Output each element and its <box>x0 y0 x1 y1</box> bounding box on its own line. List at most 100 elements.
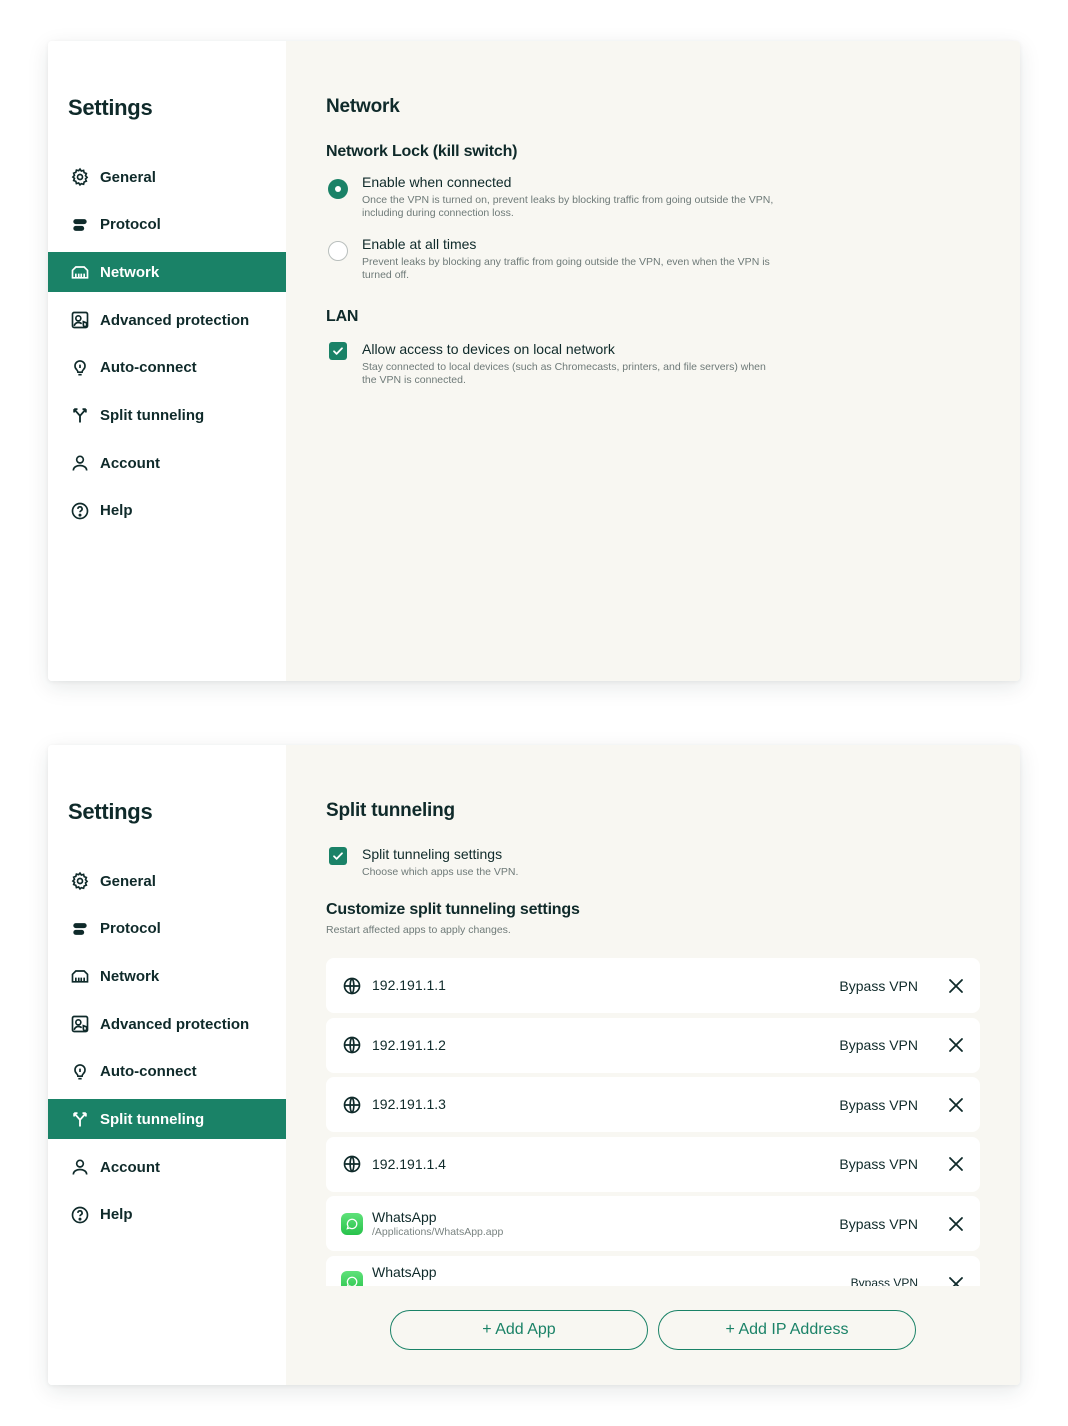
sidebar-item-auto-connect[interactable]: Auto-connect <box>48 1052 286 1092</box>
sidebar-nav: General Protocol Network Advanced protec… <box>48 861 286 1235</box>
option-title: Allow access to devices on local network <box>362 341 615 357</box>
radio-enable-when-connected[interactable] <box>328 179 348 199</box>
user-icon <box>68 1155 92 1179</box>
close-icon[interactable] <box>946 1274 966 1286</box>
settings-window-split-tunneling: Settings General Protocol Network Advanc… <box>48 745 1020 1385</box>
list-item: 192.191.1.4 Bypass VPN <box>326 1136 980 1192</box>
bulb-icon <box>68 356 92 380</box>
globe-icon <box>340 1152 364 1176</box>
sidebar-item-label: Network <box>100 967 160 985</box>
option-description: Stay connected to local devices (such as… <box>362 361 766 386</box>
check-icon <box>333 347 343 355</box>
sidebar: Settings General Protocol Network Advanc… <box>48 41 286 681</box>
sidebar-item-label: General <box>100 168 156 186</box>
split-tunnel-list[interactable]: 192.191.1.1 Bypass VPN 192.191.1.2 Bypas… <box>326 958 980 1286</box>
gear-icon <box>68 869 92 893</box>
network-icon <box>68 964 92 988</box>
sidebar-item-help[interactable]: Help <box>48 491 286 531</box>
sidebar-item-auto-connect[interactable]: Auto-connect <box>48 348 286 388</box>
globe-icon <box>340 974 364 998</box>
bypass-mode[interactable]: Bypass VPN <box>839 1216 918 1232</box>
bypass-mode[interactable]: Bypass VPN <box>851 1276 918 1287</box>
list-item: WhatsApp /Applications/WhatsApp.app Bypa… <box>326 1196 980 1251</box>
shield-person-icon <box>68 308 92 332</box>
list-item: 192.191.1.1 Bypass VPN <box>326 958 980 1013</box>
list-item: WhatsApp Bypass VPN <box>326 1255 980 1287</box>
radio-enable-at-all-times[interactable] <box>328 241 348 261</box>
item-name: 192.191.1.3 <box>372 1096 446 1112</box>
bypass-mode[interactable]: Bypass VPN <box>839 1097 918 1113</box>
lan-heading: LAN <box>326 308 359 325</box>
add-buttons: + Add App + Add IP Address <box>390 1310 916 1350</box>
close-icon[interactable] <box>946 1035 966 1055</box>
sidebar-item-network[interactable]: Network <box>48 956 286 996</box>
option-enable-at-all-times[interactable]: Enable at all times Prevent leaks by blo… <box>326 235 980 282</box>
sidebar-item-help[interactable]: Help <box>48 1195 286 1235</box>
sidebar-item-protocol[interactable]: Protocol <box>48 205 286 245</box>
item-name: 192.191.1.4 <box>372 1155 446 1172</box>
globe-icon <box>340 1093 364 1117</box>
checkbox-allow-lan[interactable] <box>329 342 347 360</box>
option-title: Enable at all times <box>362 236 477 252</box>
sidebar-item-label: Network <box>100 263 160 281</box>
network-icon <box>68 260 92 284</box>
help-icon <box>68 1203 92 1227</box>
close-icon[interactable] <box>946 976 966 996</box>
sidebar-item-label: Help <box>100 502 133 520</box>
sidebar-item-advanced-protection[interactable]: Advanced protection <box>48 1004 286 1044</box>
bypass-mode[interactable]: Bypass VPN <box>839 1156 918 1172</box>
sidebar-item-advanced-protection[interactable]: Advanced protection <box>48 300 286 340</box>
protocol-icon <box>68 213 92 237</box>
sidebar-title: Settings <box>68 95 153 120</box>
whatsapp-icon <box>340 1270 364 1286</box>
item-name: 192.191.1.2 <box>372 1036 446 1053</box>
sidebar-item-label: Help <box>100 1206 133 1224</box>
option-title: Split tunneling settings <box>362 846 503 862</box>
sidebar-item-account[interactable]: Account <box>48 443 286 483</box>
gear-icon <box>68 165 92 189</box>
sidebar-item-label: Split tunneling <box>100 1110 205 1128</box>
item-path: /Applications/WhatsApp.app <box>372 1225 504 1238</box>
close-icon[interactable] <box>946 1095 966 1115</box>
list-item: 192.191.1.2 Bypass VPN <box>326 1017 980 1073</box>
bypass-mode[interactable]: Bypass VPN <box>839 978 918 994</box>
page-title: Network <box>326 96 400 117</box>
sidebar-nav: General Protocol Network Advanced protec… <box>48 157 286 531</box>
sidebar-item-general[interactable]: General <box>48 157 286 197</box>
option-split-tunneling-settings[interactable]: Split tunneling settings Choose which ap… <box>326 845 980 879</box>
option-allow-lan[interactable]: Allow access to devices on local network… <box>326 340 980 387</box>
option-enable-when-connected[interactable]: Enable when connected Once the VPN is tu… <box>326 173 980 220</box>
add-ip-address-button[interactable]: + Add IP Address <box>658 1310 916 1350</box>
customize-heading: Customize split tunneling settings <box>326 901 580 918</box>
sidebar-item-general[interactable]: General <box>48 861 286 901</box>
network-content: Network Network Lock (kill switch) Enabl… <box>286 41 1020 681</box>
sidebar-item-account[interactable]: Account <box>48 1147 286 1187</box>
sidebar-item-label: Advanced protection <box>100 1015 250 1033</box>
protocol-icon <box>68 917 92 941</box>
whatsapp-icon <box>340 1212 364 1236</box>
add-app-button[interactable]: + Add App <box>390 1310 648 1350</box>
split-icon <box>68 403 92 427</box>
sidebar-item-split-tunneling[interactable]: Split tunneling <box>48 1099 286 1140</box>
sidebar: Settings General Protocol Network Advanc… <box>48 745 286 1385</box>
sidebar-item-network[interactable]: Network <box>48 252 286 293</box>
sidebar-item-label: Split tunneling <box>100 406 205 424</box>
close-icon[interactable] <box>946 1154 966 1174</box>
option-title: Enable when connected <box>362 174 512 190</box>
option-description: Prevent leaks by blocking any traffic fr… <box>362 256 770 281</box>
split-icon <box>68 1107 92 1131</box>
list-item: 192.191.1.3 Bypass VPN <box>326 1077 980 1132</box>
item-name: WhatsApp <box>372 1263 437 1280</box>
bypass-mode[interactable]: Bypass VPN <box>839 1037 918 1053</box>
close-icon[interactable] <box>946 1214 966 1234</box>
checkbox-split-tunneling[interactable] <box>329 847 347 865</box>
sidebar-item-label: General <box>100 872 156 890</box>
sidebar-item-split-tunneling[interactable]: Split tunneling <box>48 395 286 435</box>
shield-person-icon <box>68 1012 92 1036</box>
bulb-icon <box>68 1060 92 1084</box>
sidebar-item-label: Advanced protection <box>100 311 250 329</box>
sidebar-item-protocol[interactable]: Protocol <box>48 909 286 949</box>
sidebar-item-label: Auto-connect <box>100 1063 197 1081</box>
sidebar-item-label: Protocol <box>100 920 161 938</box>
sidebar-item-label: Protocol <box>100 216 161 234</box>
